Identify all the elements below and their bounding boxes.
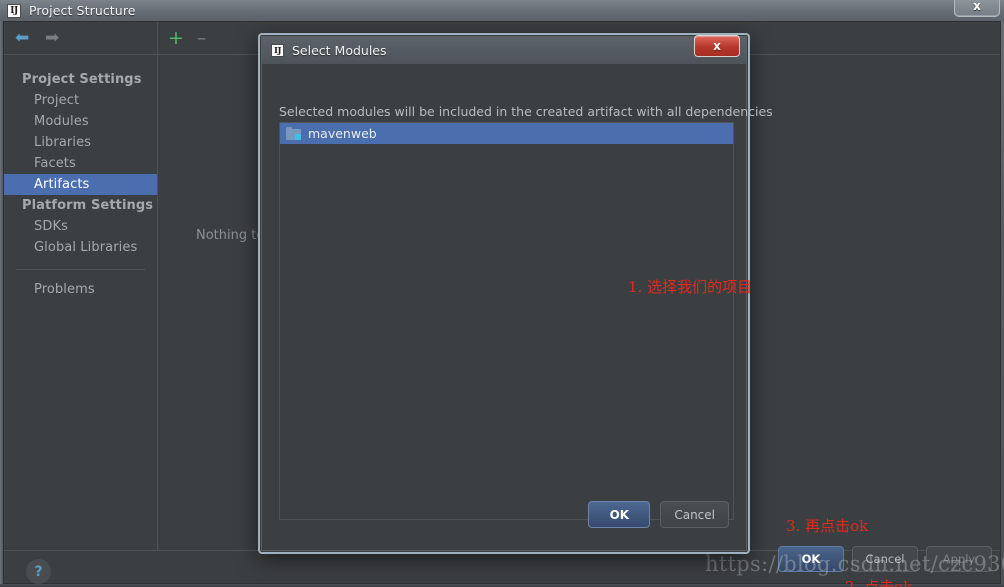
dialog-titlebar: IJ Select Modules x — [262, 35, 746, 64]
sidebar-item-libraries[interactable]: Libraries — [4, 132, 157, 153]
window-title: Project Structure — [29, 3, 136, 18]
window-cancel-button[interactable]: Cancel — [852, 546, 918, 572]
empty-state-text: Nothing to — [196, 228, 265, 243]
dialog-body: Selected modules will be included in the… — [262, 64, 912, 587]
dialog-cancel-button[interactable]: Cancel — [660, 501, 729, 528]
sidebar-item-project[interactable]: Project — [4, 90, 157, 111]
annotation-step-1: 1. 选择我们的项目 — [628, 278, 753, 296]
settings-sidebar: Project Settings Project Modules Librari… — [4, 55, 158, 552]
dialog-close-button[interactable]: x — [694, 35, 740, 57]
screen-root: IJ Project Structure x ⬅ ➡ + – Project S… — [0, 0, 1004, 587]
window-titlebar: IJ Project Structure x — [0, 0, 1004, 21]
sidebar-divider — [16, 269, 145, 270]
module-name: mavenweb — [308, 126, 377, 141]
dialog-ok-button[interactable]: OK — [588, 501, 651, 528]
annotation-step-2: 2. 点击ok — [845, 578, 913, 587]
dialog-intellij-logo-icon: IJ — [271, 44, 284, 57]
project-structure-window: IJ Project Structure x ⬅ ➡ + – Project S… — [0, 0, 1004, 587]
dialog-inner-frame: IJ Select Modules x Selected modules wil… — [261, 35, 912, 587]
remove-artifact-icon[interactable]: – — [197, 29, 207, 48]
sidebar-item-global-libraries[interactable]: Global Libraries — [4, 237, 157, 258]
toolbar-nav-group: ⬅ ➡ — [4, 22, 158, 54]
help-icon[interactable]: ? — [26, 559, 51, 584]
sidebar-item-facets[interactable]: Facets — [4, 153, 157, 174]
dialog-button-bar: OK Cancel — [588, 501, 729, 528]
list-item[interactable]: mavenweb — [280, 123, 733, 144]
dialog-prompt-text: Selected modules will be included in the… — [279, 104, 773, 119]
annotation-step-3: 3. 再点击ok — [786, 517, 869, 535]
sidebar-item-problems[interactable]: Problems — [4, 279, 157, 300]
dialog-title: Select Modules — [292, 43, 387, 58]
window-apply-button[interactable]: Apply — [926, 546, 992, 572]
sidebar-item-artifacts[interactable]: Artifacts — [4, 174, 157, 195]
sidebar-item-sdks[interactable]: SDKs — [4, 216, 157, 237]
intellij-logo-icon: IJ — [7, 3, 21, 18]
sidebar-item-modules[interactable]: Modules — [4, 111, 157, 132]
sidebar-group-project-settings: Project Settings — [22, 72, 142, 87]
select-modules-dialog: IJ Select Modules x Selected modules wil… — [258, 33, 912, 587]
module-folder-icon — [286, 127, 301, 140]
sidebar-group-platform-settings: Platform Settings — [22, 198, 154, 213]
window-close-button[interactable]: x — [954, 0, 1000, 17]
modules-list[interactable]: mavenweb 1. 选择我们的项目 2. 点击ok — [279, 122, 912, 587]
back-arrow-icon[interactable]: ⬅ — [15, 29, 31, 46]
forward-arrow-icon[interactable]: ➡ — [45, 29, 61, 46]
toolbar-action-group: + – — [159, 22, 206, 54]
add-artifact-icon[interactable]: + — [168, 29, 184, 48]
window-ok-button[interactable]: OK — [778, 546, 844, 572]
